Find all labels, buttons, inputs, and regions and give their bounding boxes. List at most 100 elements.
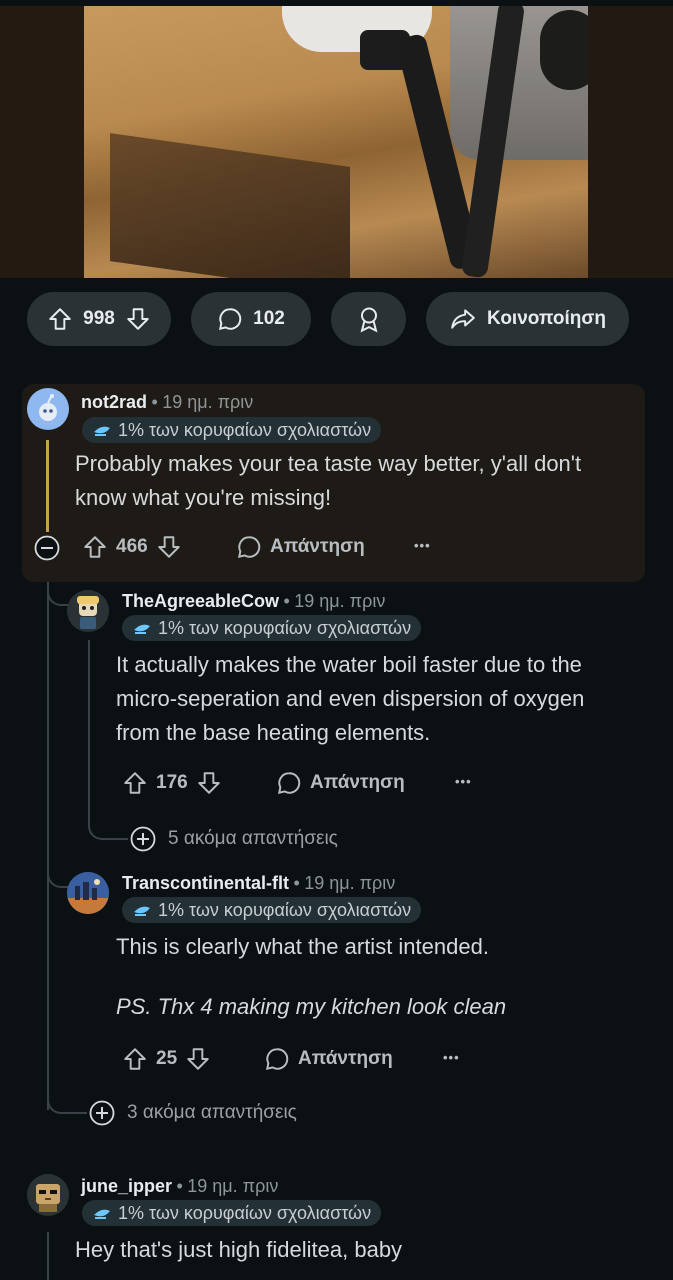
reply-button[interactable]: Απάντηση (236, 534, 365, 560)
share-label: Κοινοποίηση (487, 308, 606, 329)
thread-line (88, 640, 90, 820)
timestamp: 19 ημ. πριν (304, 873, 396, 893)
comment-line: from the base heating elements. (116, 720, 431, 745)
comment-actions: 466 (82, 534, 182, 560)
username[interactable]: TheAgreeableCow (122, 591, 279, 611)
separator: • (176, 1176, 183, 1196)
post-vote-count: 998 (83, 308, 115, 329)
comment-line: It actually makes the water boil faster … (116, 652, 582, 677)
comment-line: Hey that's just high fidelitea, baby (75, 1237, 403, 1262)
downvote-icon[interactable] (196, 770, 222, 796)
expand-plus-icon (130, 826, 156, 852)
upvote-icon[interactable] (82, 534, 108, 560)
reply-bubble-icon (264, 1046, 290, 1072)
separator: • (151, 392, 158, 412)
comments-button[interactable]: 102 (191, 292, 311, 346)
reply-button[interactable]: Απάντηση (264, 1046, 393, 1072)
more-replies-link[interactable]: 3 ακόμα απαντήσεις (89, 1100, 297, 1126)
image-edge-right (588, 0, 673, 278)
award-button[interactable] (331, 292, 406, 346)
top-commenter-badge: 1% των κορυφαίων σχολιαστών (122, 897, 422, 923)
reply-label: Απάντηση (310, 772, 405, 793)
post-image[interactable] (0, 0, 673, 278)
thread-line (47, 582, 49, 1110)
comment-header: june_ipper • 19 ημ. πριν (81, 1176, 278, 1197)
downvote-icon[interactable] (185, 1046, 211, 1072)
reply-bubble-icon (276, 770, 302, 796)
collapse-thread-icon[interactable] (34, 535, 60, 561)
share-arrow-icon (449, 306, 477, 332)
comment-bubble-icon (217, 306, 243, 332)
image-edge-left (0, 0, 84, 278)
comment-body: Hey that's just high fidelitea, baby (75, 1233, 402, 1267)
more-options-icon[interactable]: ••• (414, 538, 431, 553)
rocket-icon (132, 620, 152, 636)
username[interactable]: not2rad (81, 392, 147, 412)
separator: • (293, 873, 300, 893)
comment-header: not2rad • 19 ημ. πριν (81, 392, 253, 413)
comment-body: It actually makes the water boil faster … (116, 648, 584, 750)
badge-label: 1% των κορυφαίων σχολιαστών (158, 617, 412, 638)
more-options-icon[interactable]: ••• (443, 1050, 460, 1065)
avatar[interactable] (27, 388, 69, 430)
top-bar (0, 0, 673, 6)
comment-count: 102 (253, 308, 285, 329)
badge-label: 1% των κορυφαίων σχολιαστών (158, 899, 412, 920)
downvote-icon[interactable] (156, 534, 182, 560)
thread-connector (47, 1092, 87, 1114)
avatar[interactable] (67, 872, 109, 914)
timestamp: 19 ημ. πριν (162, 392, 254, 412)
thread-connector (47, 864, 69, 888)
comment-body: This is clearly what the artist intended… (116, 930, 506, 1024)
top-commenter-badge: 1% των κορυφαίων σχολιαστών (122, 615, 422, 641)
comment-line: know what you're missing! (75, 485, 332, 510)
comment-actions: 176 (122, 770, 222, 796)
reply-bubble-icon (236, 534, 262, 560)
more-replies-label: 3 ακόμα απαντήσεις (127, 1102, 297, 1123)
vote-pill: 998 (27, 292, 171, 346)
avatar[interactable] (27, 1174, 69, 1216)
badge-label: 1% των κορυφαίων σχολιαστών (118, 1202, 372, 1223)
comment-header: Transcontinental-flt • 19 ημ. πριν (122, 873, 395, 894)
more-replies-link[interactable]: 5 ακόμα απαντήσεις (130, 826, 338, 852)
separator: • (283, 591, 290, 611)
timestamp: 19 ημ. πριν (187, 1176, 279, 1196)
top-commenter-badge: 1% των κορυφαίων σχολιαστών (82, 417, 382, 443)
more-options-icon[interactable]: ••• (455, 774, 472, 789)
reply-label: Απάντηση (270, 536, 365, 557)
thread-line-highlight (46, 440, 49, 532)
comment-line: This is clearly what the artist intended… (116, 934, 489, 959)
timestamp: 19 ημ. πριν (294, 591, 386, 611)
username[interactable]: Transcontinental-flt (122, 873, 289, 893)
comment-line: Probably makes your tea taste way better… (75, 451, 582, 476)
thread-line (47, 1232, 49, 1280)
more-replies-label: 5 ακόμα απαντήσεις (168, 828, 338, 849)
comment-line: PS. Thx 4 making my kitchen look clean (116, 994, 507, 1019)
vote-count: 466 (116, 536, 148, 557)
thread-connector (88, 818, 128, 840)
vote-count: 25 (156, 1048, 178, 1069)
username[interactable]: june_ipper (81, 1176, 172, 1196)
rocket-icon (132, 902, 152, 918)
reply-button[interactable]: Απάντηση (276, 770, 405, 796)
upvote-icon[interactable] (122, 1046, 148, 1072)
comment-body: Probably makes your tea taste way better… (75, 447, 581, 515)
comment-line: micro-seperation and even dispersion of … (116, 686, 585, 711)
upvote-icon[interactable] (122, 770, 148, 796)
comment-header: TheAgreeableCow • 19 ημ. πριν (122, 591, 385, 612)
share-button[interactable]: Κοινοποίηση (426, 292, 629, 346)
avatar[interactable] (67, 590, 109, 632)
upvote-icon[interactable] (47, 306, 73, 332)
rocket-icon (92, 422, 112, 438)
comment-actions: 25 (122, 1046, 211, 1072)
thread-connector (47, 582, 69, 606)
award-icon (355, 305, 383, 333)
rocket-icon (92, 1205, 112, 1221)
badge-label: 1% των κορυφαίων σχολιαστών (118, 419, 372, 440)
expand-plus-icon (89, 1100, 115, 1126)
top-commenter-badge: 1% των κορυφαίων σχολιαστών (82, 1200, 382, 1226)
reply-label: Απάντηση (298, 1048, 393, 1069)
downvote-icon[interactable] (125, 306, 151, 332)
vote-count: 176 (156, 772, 188, 793)
